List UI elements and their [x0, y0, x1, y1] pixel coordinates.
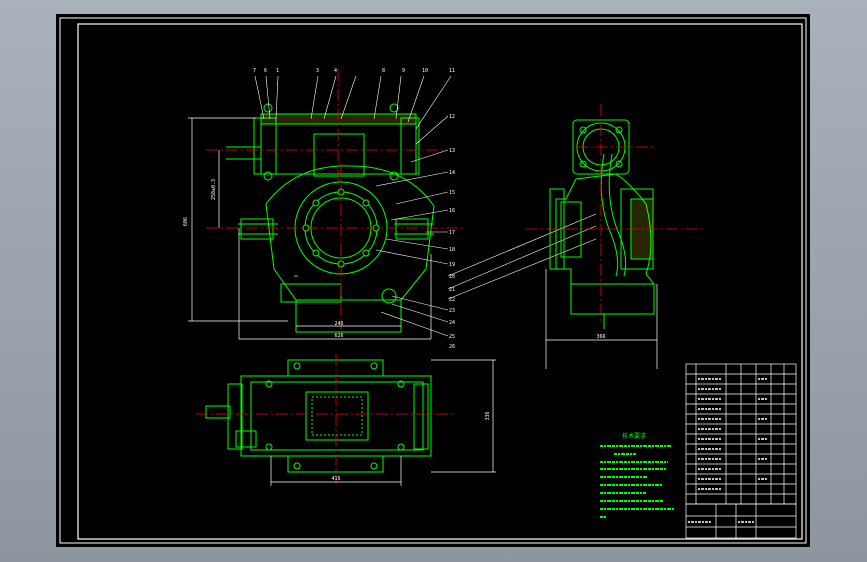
notes-text-lines	[600, 445, 674, 518]
leader-label: 23	[449, 308, 455, 314]
drawing-sheet[interactable]: 606 250±0.3 246 626 7 6 1 3 4 8 9 10 11 …	[56, 14, 810, 547]
leader-label: 17	[449, 230, 455, 236]
leader-label: 20	[449, 274, 455, 280]
leader-label: 13	[449, 148, 455, 154]
dim-top-depth: 336	[485, 411, 491, 420]
dim-side-width: 366	[596, 334, 605, 340]
leader-label: 3	[316, 68, 319, 74]
parts-list	[685, 363, 797, 539]
cad-viewport: 606 250±0.3 246 626 7 6 1 3 4 8 9 10 11 …	[0, 0, 867, 562]
dim-base-width: 246	[334, 321, 343, 327]
leader-label: 22	[449, 297, 455, 303]
dim-front-height: 606	[183, 217, 189, 226]
leader-label: 24	[449, 320, 455, 326]
side-view	[549, 119, 655, 329]
leader-label: 14	[449, 170, 455, 176]
base-plate	[295, 300, 402, 333]
input-shaft	[205, 405, 231, 419]
top-center-lines	[196, 354, 456, 484]
leader-label: 7	[253, 68, 256, 74]
leader-label: 26	[449, 344, 455, 350]
leader-label: 19	[449, 262, 455, 268]
leader-label: 6	[264, 68, 267, 74]
notes-title: 技术要求	[622, 432, 646, 440]
dim-top-width: 416	[331, 476, 340, 482]
left-bearing-cap	[253, 117, 277, 175]
leader-label: 25	[449, 334, 455, 340]
housing-top-hatch	[260, 113, 417, 125]
right-bolt-block	[395, 218, 429, 240]
assembly-drawing: 606 250±0.3 246 626 7 6 1 3 4 8 9 10 11 …	[59, 17, 807, 544]
dim-overall-width: 626	[334, 333, 343, 339]
right-leader-labels: 12 13 14 15 16 17 18 19 20 21 22 23 24 2…	[449, 114, 455, 350]
leader-label: 4	[334, 68, 337, 74]
base-block-left	[280, 283, 342, 303]
gear-casing	[265, 165, 435, 301]
leader-label: 15	[449, 190, 455, 196]
title-block	[685, 503, 797, 539]
top-view	[205, 359, 432, 473]
leader-label: 16	[449, 208, 455, 214]
leader-label: 8	[382, 68, 385, 74]
top-view-upper-flange	[287, 359, 384, 377]
front-center-lines	[206, 69, 466, 329]
technical-notes: 技术要求	[600, 432, 674, 518]
leader-label: 12	[449, 114, 455, 120]
right-leaders	[375, 115, 597, 337]
leader-label: 9	[402, 68, 405, 74]
top-view-right-cap	[413, 383, 429, 450]
dim-center-height: 250±0.3	[211, 179, 217, 200]
inner-border	[77, 23, 803, 540]
leader-label: 1	[276, 68, 279, 74]
oil-plug	[381, 288, 397, 304]
worm-body	[313, 133, 365, 177]
inspection-cover	[305, 391, 369, 441]
leader-label: 11	[449, 68, 455, 74]
top-leader-labels: 7 6 1 3 4 8 9 10 11	[253, 68, 455, 74]
leader-label: 10	[422, 68, 428, 74]
leader-label: 21	[449, 287, 455, 293]
top-view-lower-flange	[287, 455, 384, 473]
front-dimensions	[188, 117, 432, 340]
leader-label: 18	[449, 247, 455, 253]
